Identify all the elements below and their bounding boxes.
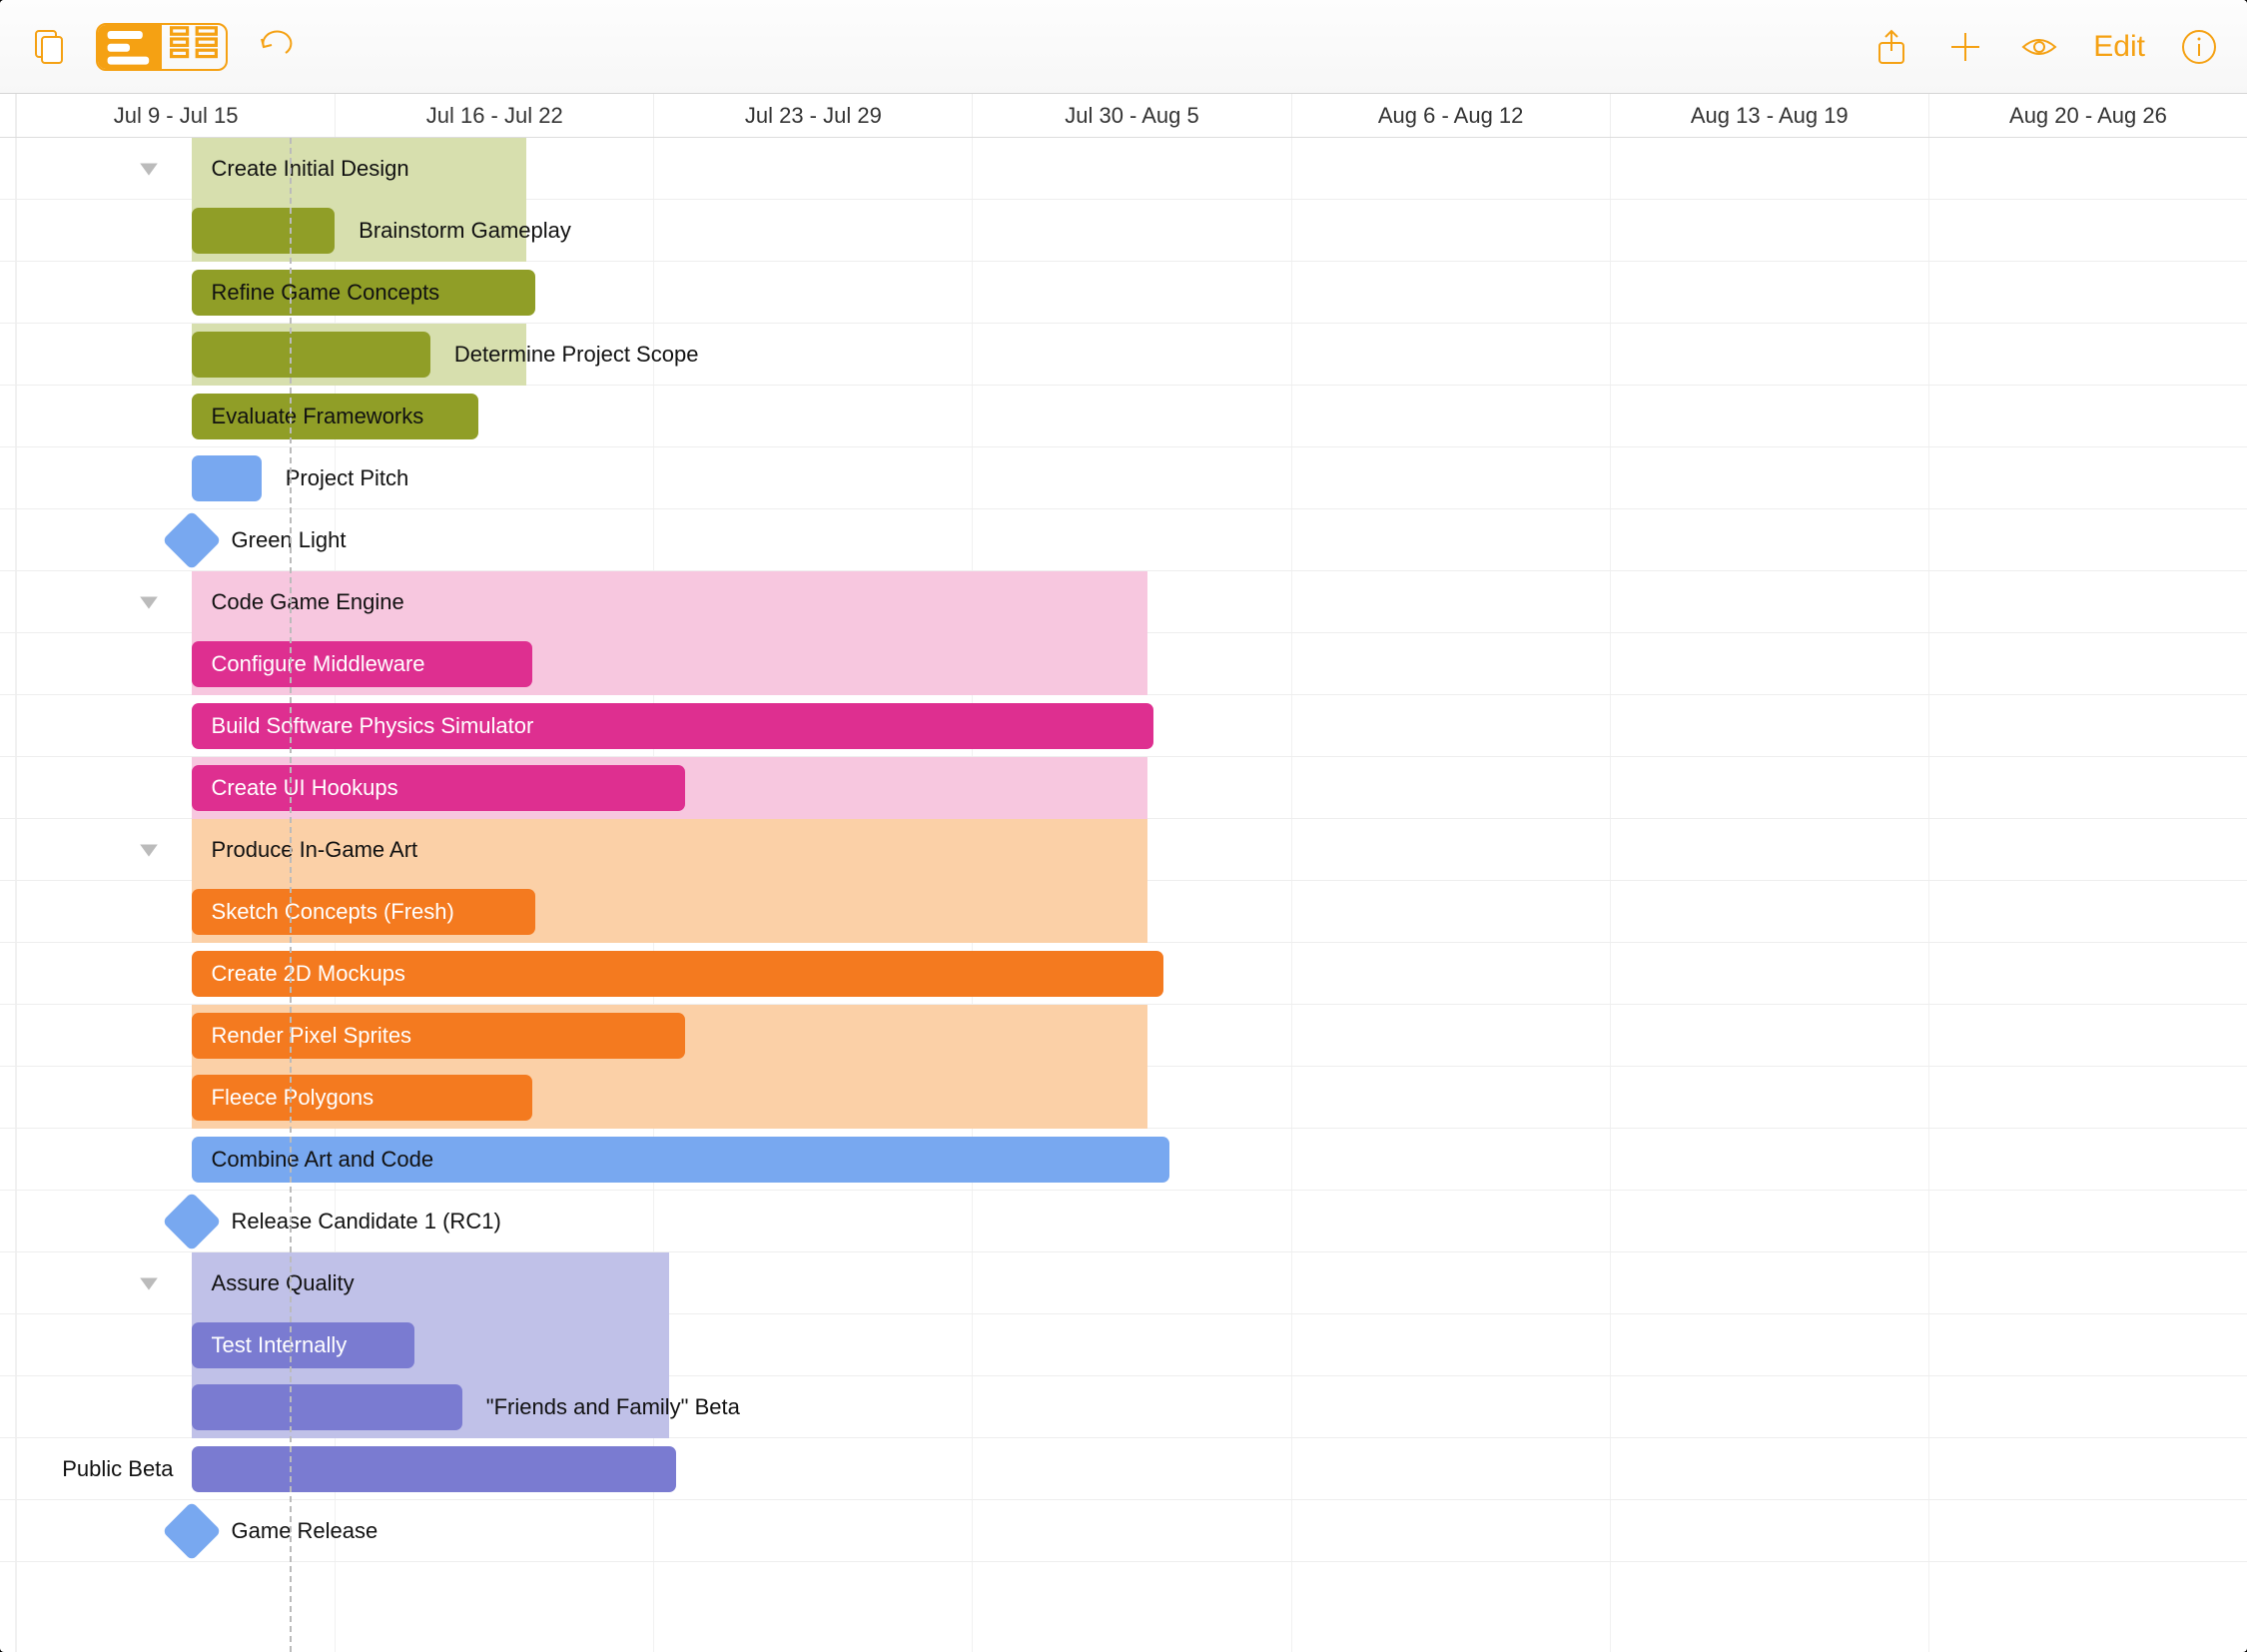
gantt-task-row[interactable]: Test Internally <box>0 1314 2247 1376</box>
milestone-diamond-icon[interactable] <box>162 510 221 569</box>
gantt-task-row[interactable]: Brainstorm Gameplay <box>0 200 2247 262</box>
share-icon[interactable] <box>1872 27 1911 67</box>
gantt-group-bar[interactable]: Produce In-Game Art <box>192 819 1147 881</box>
milestone-label: Game Release <box>232 1500 378 1561</box>
gantt-task-bar[interactable]: Configure Middleware <box>192 641 532 687</box>
gantt-task-row[interactable]: Build Software Physics Simulator <box>0 695 2247 757</box>
view-outline-icon[interactable] <box>162 25 226 69</box>
gantt-task-bar[interactable]: Create UI Hookups <box>192 765 686 811</box>
gantt-task-bar[interactable]: Fleece Polygons <box>192 1075 532 1121</box>
gantt-task-row[interactable]: Create 2D Mockups <box>0 943 2247 1005</box>
gantt-task-bar[interactable]: Evaluate Frameworks <box>192 394 478 439</box>
gantt-task-row[interactable]: Determine Project Scope <box>0 324 2247 386</box>
milestone-diamond-icon[interactable] <box>162 1192 221 1250</box>
info-icon[interactable] <box>2179 27 2219 67</box>
gantt-task-row[interactable]: Fleece Polygons <box>0 1067 2247 1129</box>
gantt-task-row[interactable]: Configure Middleware <box>0 633 2247 695</box>
view-toggle[interactable] <box>96 23 228 71</box>
gantt-task-bar[interactable] <box>192 332 430 378</box>
disclosure-triangle-icon[interactable] <box>0 571 172 632</box>
disclosure-triangle-icon[interactable] <box>0 1252 172 1313</box>
add-icon[interactable] <box>1945 27 1985 67</box>
timeline-column: Aug 6 - Aug 12 <box>1291 94 1610 137</box>
gantt-task-row[interactable]: Refine Game Concepts <box>0 262 2247 324</box>
gantt-task-bar[interactable]: Refine Game Concepts <box>192 270 536 316</box>
gantt-task-bar[interactable] <box>192 1384 462 1430</box>
gantt-task-label: "Friends and Family" Beta <box>486 1376 740 1437</box>
gantt-task-bar[interactable]: Create 2D Mockups <box>192 951 1163 997</box>
eye-icon[interactable] <box>2019 27 2059 67</box>
gantt-milestone-row[interactable]: Game Release <box>0 1500 2247 1562</box>
gantt-group-bar[interactable]: Create Initial Design <box>192 138 526 200</box>
gantt-task-bar[interactable] <box>192 1446 676 1492</box>
gantt-task-bar[interactable]: Test Internally <box>192 1322 414 1368</box>
gantt-group-row[interactable]: Code Game Engine <box>0 571 2247 633</box>
gantt-task-row[interactable]: Evaluate Frameworks <box>0 386 2247 447</box>
gantt-task-bar[interactable]: Combine Art and Code <box>192 1137 1170 1183</box>
documents-icon[interactable] <box>28 27 68 67</box>
view-gantt-icon[interactable] <box>98 25 162 69</box>
timeline-column: Jul 23 - Jul 29 <box>653 94 972 137</box>
toolbar: Edit <box>0 0 2247 94</box>
disclosure-triangle-icon[interactable] <box>0 138 172 199</box>
milestone-label: Release Candidate 1 (RC1) <box>232 1191 501 1251</box>
gantt-group-bar[interactable]: Code Game Engine <box>192 571 1147 633</box>
app-frame: Edit Jul 9 - Jul 15Jul 16 - Jul 22Jul 23… <box>0 0 2247 1652</box>
timeline-column: Jul 16 - Jul 22 <box>335 94 653 137</box>
gantt-task-row[interactable]: Create UI Hookups <box>0 757 2247 819</box>
gantt-task-label: Brainstorm Gameplay <box>359 200 571 261</box>
gantt-task-bar[interactable]: Build Software Physics Simulator <box>192 703 1154 749</box>
gantt-group-row[interactable]: Create Initial Design <box>0 138 2247 200</box>
gantt-task-label: Public Beta <box>0 1438 174 1499</box>
timeline-column: Aug 13 - Aug 19 <box>1610 94 1928 137</box>
gantt-milestone-row[interactable]: Release Candidate 1 (RC1) <box>0 1191 2247 1252</box>
gantt-task-bar[interactable] <box>192 455 262 501</box>
gantt-group-row[interactable]: Produce In-Game Art <box>0 819 2247 881</box>
today-marker <box>290 138 292 1652</box>
disclosure-triangle-icon[interactable] <box>0 819 172 880</box>
gantt-group-bar[interactable]: Assure Quality <box>192 1252 670 1314</box>
gantt-milestone-row[interactable]: Green Light <box>0 509 2247 571</box>
timeline-column: Jul 30 - Aug 5 <box>972 94 1290 137</box>
timeline-column: Jul 9 - Jul 15 <box>16 94 335 137</box>
gantt-task-bar[interactable] <box>192 208 336 254</box>
gantt-chart[interactable]: Create Initial DesignBrainstorm Gameplay… <box>0 138 2247 1652</box>
milestone-diamond-icon[interactable] <box>162 1501 221 1560</box>
timeline-column: Aug 20 - Aug 26 <box>1928 94 2247 137</box>
gantt-task-row[interactable]: Render Pixel Sprites <box>0 1005 2247 1067</box>
undo-icon[interactable] <box>256 27 296 67</box>
gantt-task-row[interactable]: Project Pitch <box>0 447 2247 509</box>
edit-button[interactable]: Edit <box>2093 30 2145 64</box>
gantt-task-row[interactable]: Public Beta <box>0 1438 2247 1500</box>
gantt-task-label: Determine Project Scope <box>454 324 699 385</box>
gantt-task-bar[interactable]: Sketch Concepts (Fresh) <box>192 889 536 935</box>
milestone-label: Green Light <box>232 509 347 570</box>
gantt-group-row[interactable]: Assure Quality <box>0 1252 2247 1314</box>
gantt-task-label: Project Pitch <box>286 447 409 508</box>
gantt-task-row[interactable]: Sketch Concepts (Fresh) <box>0 881 2247 943</box>
gantt-task-row[interactable]: Combine Art and Code <box>0 1129 2247 1191</box>
gantt-task-bar[interactable]: Render Pixel Sprites <box>192 1013 686 1059</box>
timeline-header: Jul 9 - Jul 15Jul 16 - Jul 22Jul 23 - Ju… <box>0 94 2247 138</box>
gantt-task-row[interactable]: "Friends and Family" Beta <box>0 1376 2247 1438</box>
